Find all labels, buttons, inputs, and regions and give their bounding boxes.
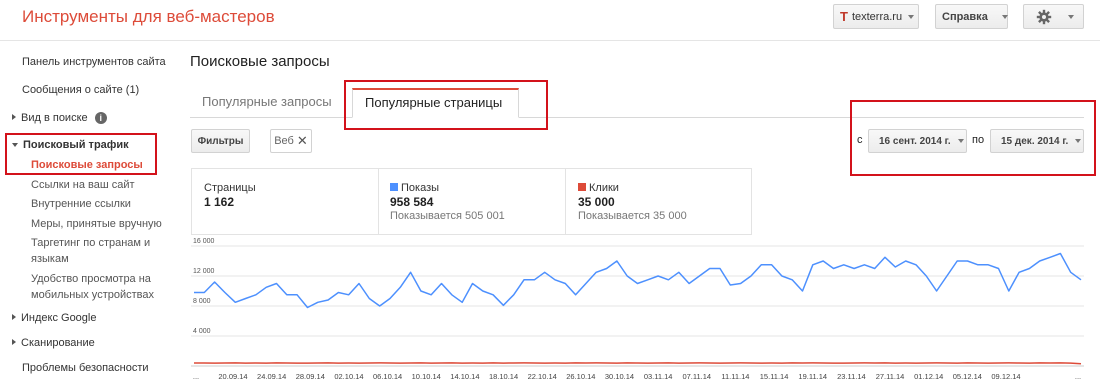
x-tick-label: 01.12.14 xyxy=(914,372,943,381)
y-tick-label: 4 000 xyxy=(193,328,211,335)
x-tick-label: 05.12.14 xyxy=(953,372,982,381)
x-tick-label: 07.11.14 xyxy=(682,372,711,381)
x-tick-label: 27.11.14 xyxy=(876,372,905,381)
series-line-clicks xyxy=(194,362,1082,365)
x-tick-label: 19.11.14 xyxy=(798,372,827,381)
x-tick-label: 03.11.14 xyxy=(644,372,673,381)
x-tick-label: 20.09.14 xyxy=(218,372,247,381)
traffic-chart[interactable]: 16 000 12 000 8 000 4 000... 20.09.14 24.09.1… xyxy=(0,0,1100,383)
x-tick-label: 23.11.14 xyxy=(837,372,866,381)
x-tick-label: 28.09.14 xyxy=(296,372,325,381)
x-tick-label: 11.11.14 xyxy=(721,372,749,381)
x-tick-label: 14.10.14 xyxy=(450,372,479,381)
x-tick-label: ... xyxy=(193,372,199,381)
x-tick-label: 09.12.14 xyxy=(991,372,1020,381)
y-tick-label: 12 000 xyxy=(193,268,215,275)
x-tick-label: 10.10.14 xyxy=(412,372,441,381)
x-tick-label: 30.10.14 xyxy=(605,372,634,381)
x-tick-label: ... xyxy=(1075,372,1081,381)
y-tick-label: 16 000 xyxy=(193,238,215,245)
y-tick-label: 8 000 xyxy=(193,298,211,305)
x-tick-label: 15.11.14 xyxy=(760,372,789,381)
x-tick-label: 26.10.14 xyxy=(566,372,595,381)
series-line-shows xyxy=(194,252,1082,309)
x-tick-label: 18.10.14 xyxy=(489,372,518,381)
x-tick-label: 24.09.14 xyxy=(257,372,286,381)
x-tick-label: 02.10.14 xyxy=(334,372,363,381)
x-tick-label: 06.10.14 xyxy=(373,372,402,381)
x-tick-label: 22.10.14 xyxy=(528,372,557,381)
